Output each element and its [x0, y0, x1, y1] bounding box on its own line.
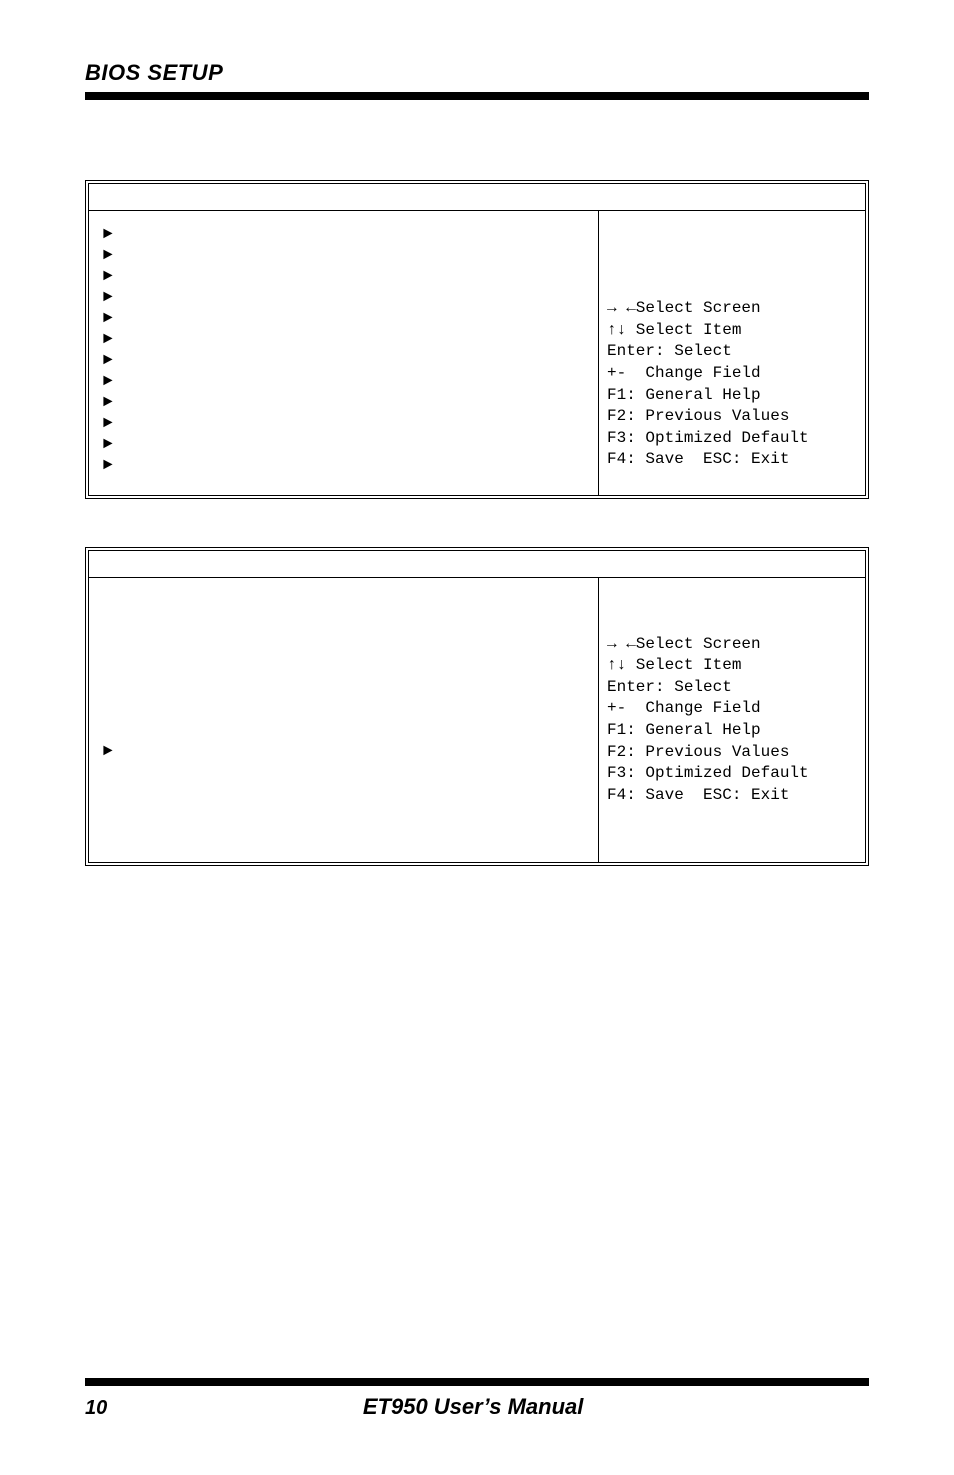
table-body: ► ► ► ► ► ► ► ► ► ► ► ► → ←Select Screen…: [89, 211, 865, 495]
menu-arrow-icon: ►: [103, 240, 588, 261]
menu-arrow-icon: ►: [103, 736, 588, 757]
help-optimized-default: F3: Optimized Default: [607, 763, 857, 785]
table2-help-column: → ←Select Screen ↑↓ Select Item Enter: S…: [599, 578, 865, 862]
footer-rule: [85, 1378, 869, 1386]
help-general-help: F1: General Help: [607, 720, 857, 742]
help-previous-values: F2: Previous Values: [607, 406, 857, 428]
help-change-field: +- Change Field: [607, 363, 857, 385]
help-general-help: F1: General Help: [607, 385, 857, 407]
menu-arrow-icon: ►: [103, 429, 588, 450]
help-enter-select: Enter: Select: [607, 341, 857, 363]
table1-left-column: ► ► ► ► ► ► ► ► ► ► ► ►: [89, 211, 599, 495]
manual-title: ET950 User’s Manual: [107, 1394, 839, 1420]
menu-arrow-icon: ►: [103, 387, 588, 408]
menu-arrow-icon: ►: [103, 408, 588, 429]
menu-arrow-icon: ►: [103, 219, 588, 240]
menu-arrow-icon: ►: [103, 450, 588, 471]
help-select-item: ↑↓ Select Item: [607, 655, 857, 677]
menu-arrow-icon: ►: [103, 345, 588, 366]
help-save-exit: F4: Save ESC: Exit: [607, 449, 857, 471]
page-number: 10: [85, 1397, 107, 1420]
help-previous-values: F2: Previous Values: [607, 742, 857, 764]
help-select-screen: → ←Select Screen: [607, 634, 857, 656]
bios-table-1: ► ► ► ► ► ► ► ► ► ► ► ► → ←Select Screen…: [85, 180, 869, 499]
table-body: ► → ←Select Screen ↑↓ Select Item Enter:…: [89, 578, 865, 862]
help-change-field: +- Change Field: [607, 698, 857, 720]
help-save-exit: F4: Save ESC: Exit: [607, 785, 857, 807]
bios-table-2: ► → ←Select Screen ↑↓ Select Item Enter:…: [85, 547, 869, 866]
menu-arrow-icon: ►: [103, 303, 588, 324]
table-header-row: [89, 184, 865, 211]
table2-left-column: ►: [89, 578, 599, 862]
page-footer: 10 ET950 User’s Manual: [0, 1378, 954, 1420]
table-header-row: [89, 551, 865, 578]
help-select-item: ↑↓ Select Item: [607, 320, 857, 342]
menu-arrow-icon: ►: [103, 324, 588, 345]
menu-arrow-icon: ►: [103, 366, 588, 387]
section-title: BIOS SETUP: [85, 60, 869, 86]
menu-arrow-icon: ►: [103, 261, 588, 282]
table1-help-column: → ←Select Screen ↑↓ Select Item Enter: S…: [599, 211, 865, 495]
menu-arrow-icon: ►: [103, 282, 588, 303]
header-rule: [85, 92, 869, 100]
help-select-screen: → ←Select Screen: [607, 298, 857, 320]
help-enter-select: Enter: Select: [607, 677, 857, 699]
help-optimized-default: F3: Optimized Default: [607, 428, 857, 450]
